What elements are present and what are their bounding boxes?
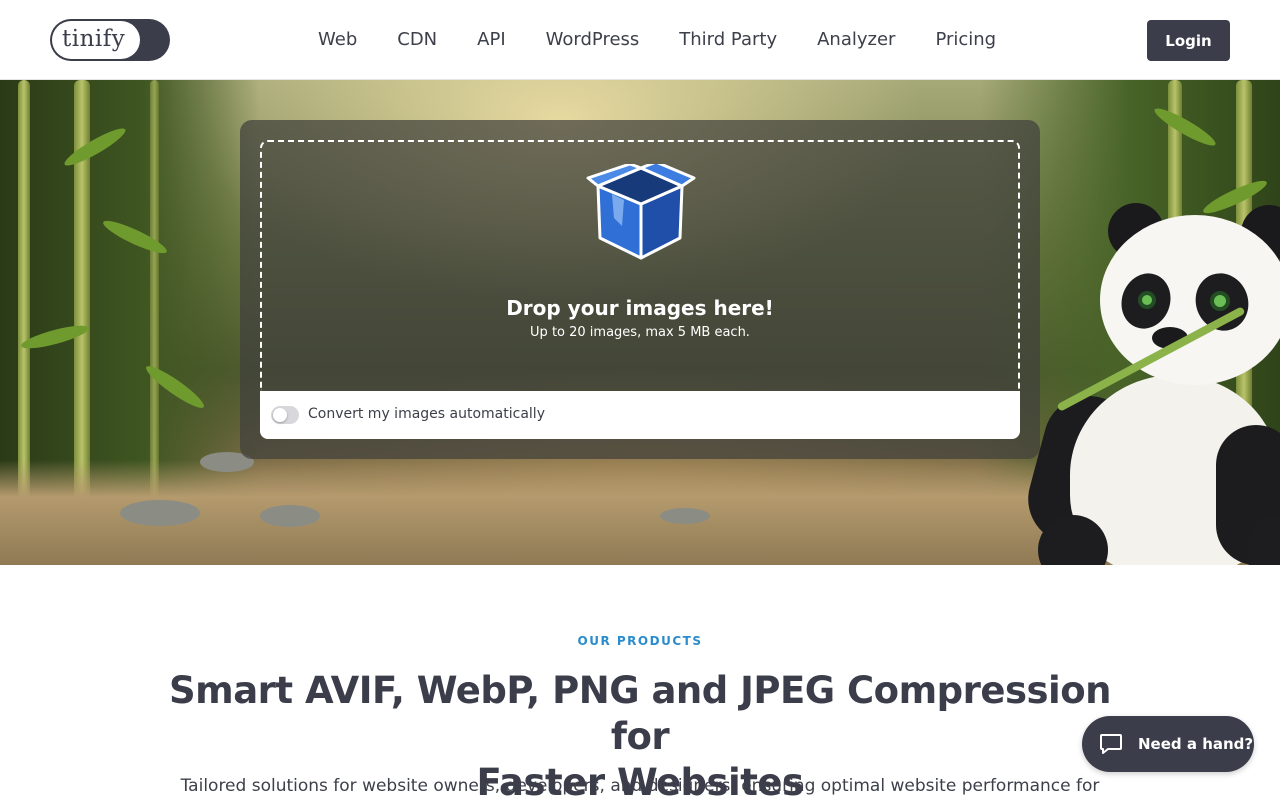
- section-eyebrow: OUR PRODUCTS: [577, 634, 703, 648]
- main-nav: Web CDN API WordPress Third Party Analyz…: [298, 26, 1016, 54]
- need-help-button[interactable]: Need a hand?: [1082, 716, 1254, 772]
- nav-item-analyzer[interactable]: Analyzer: [797, 26, 915, 54]
- convert-toggle[interactable]: [271, 406, 299, 424]
- toggle-knob: [273, 408, 287, 422]
- nav-item-cdn[interactable]: CDN: [377, 26, 457, 54]
- stone: [660, 508, 710, 524]
- panda-mascot: [1018, 203, 1280, 565]
- site-header: tinify Web CDN API WordPress Third Party…: [0, 0, 1280, 80]
- login-button[interactable]: Login: [1147, 20, 1230, 61]
- logo-text: tinify: [62, 26, 126, 52]
- panda-eye: [1138, 291, 1156, 309]
- nav-item-pricing[interactable]: Pricing: [915, 26, 1016, 54]
- stone: [120, 500, 200, 526]
- nav-item-web[interactable]: Web: [298, 26, 377, 54]
- convert-label: Convert my images automatically: [308, 406, 545, 422]
- stone: [260, 505, 320, 527]
- nav-item-api[interactable]: API: [457, 26, 525, 54]
- drop-subtitle: Up to 20 images, max 5 MB each.: [530, 325, 750, 340]
- help-label: Need a hand?: [1138, 735, 1254, 753]
- chat-bubble-icon: [1100, 734, 1122, 754]
- tinify-logo[interactable]: tinify: [50, 19, 170, 61]
- drop-title: Drop your images here!: [506, 296, 774, 320]
- headline-line: Smart AVIF, WebP, PNG and JPEG Compressi…: [169, 669, 1111, 758]
- open-box-icon: [586, 164, 696, 260]
- section-lead: Tailored solutions for website owners, d…: [180, 776, 1100, 796]
- logo-pill: tinify: [52, 21, 140, 59]
- convert-options-bar: Convert my images automatically: [260, 391, 1020, 439]
- nav-item-wordpress[interactable]: WordPress: [526, 26, 660, 54]
- panda-eye: [1210, 291, 1230, 311]
- nav-item-third-party[interactable]: Third Party: [659, 26, 797, 54]
